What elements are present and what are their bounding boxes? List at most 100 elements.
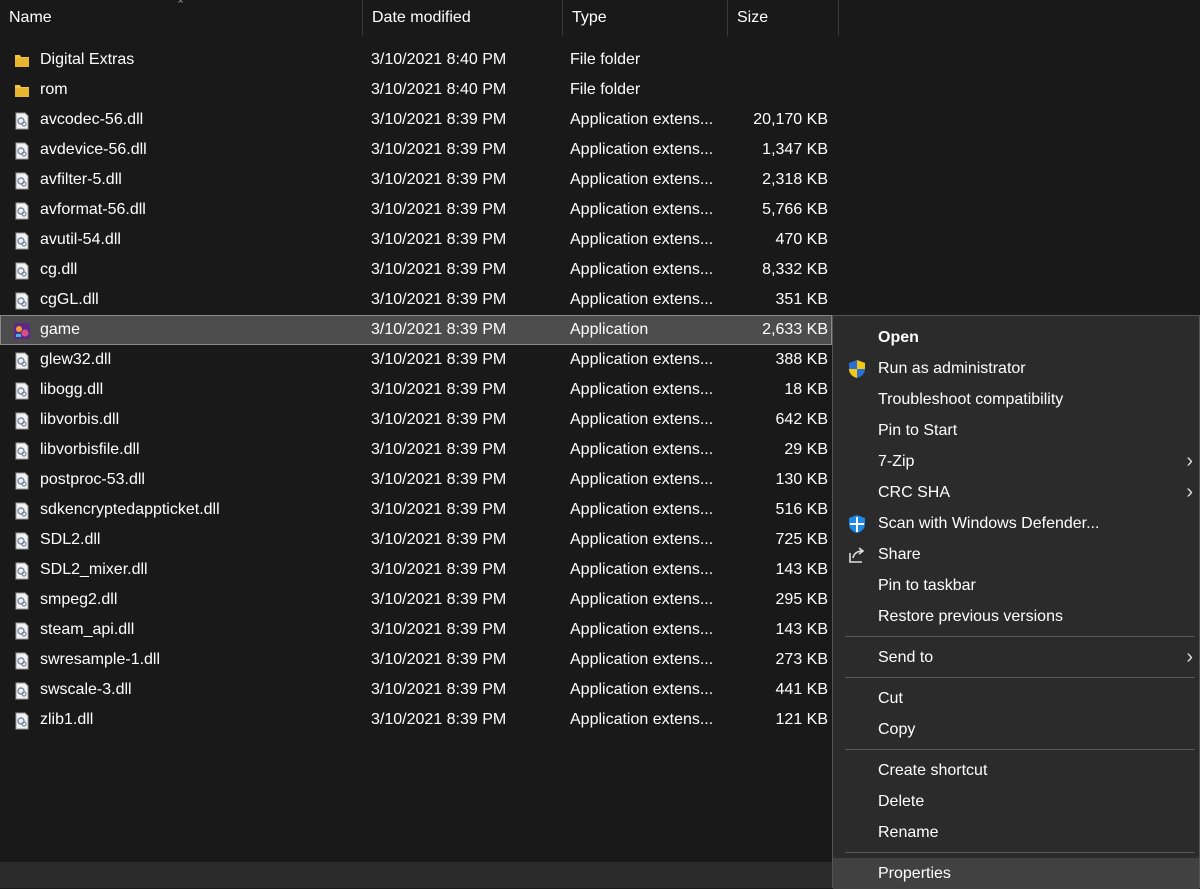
file-name: libvorbis.dll — [40, 411, 120, 428]
menu-item-delete[interactable]: Delete — [833, 786, 1199, 817]
file-row[interactable]: avformat-56.dll 3/10/2021 8:39 PM Applicat… — [0, 195, 1200, 225]
file-name: rom — [40, 81, 68, 98]
file-date-modified: 3/10/2021 8:39 PM — [371, 681, 507, 698]
file-type: Application extens... — [570, 501, 714, 518]
horizontal-scrollbar[interactable] — [0, 862, 832, 888]
file-type: Application extens... — [570, 141, 714, 158]
dll-file-icon — [13, 171, 31, 190]
file-date-modified: 3/10/2021 8:39 PM — [371, 141, 507, 158]
dll-file-icon — [13, 411, 31, 430]
menu-item-scan-with-defender[interactable]: Scan with Windows Defender... — [833, 508, 1199, 539]
menu-item-copy[interactable]: Copy — [833, 714, 1199, 745]
file-name: smpeg2.dll — [40, 591, 118, 608]
dll-file-icon — [13, 561, 31, 580]
file-name: SDL2.dll — [40, 531, 101, 548]
file-date-modified: 3/10/2021 8:39 PM — [371, 111, 507, 128]
menu-item-cut[interactable]: Cut — [833, 683, 1199, 714]
dll-file-icon — [13, 471, 31, 490]
file-type: File folder — [570, 81, 641, 98]
file-row[interactable]: rom 3/10/2021 8:40 PM File folder — [0, 75, 1200, 105]
menu-item-open[interactable]: Open — [833, 322, 1199, 353]
file-name: avdevice-56.dll — [40, 141, 147, 158]
file-date-modified: 3/10/2021 8:39 PM — [371, 531, 507, 548]
file-size: 8,332 KB — [762, 261, 828, 278]
file-name: avcodec-56.dll — [40, 111, 144, 128]
menu-item-send-to[interactable]: Send to › — [833, 642, 1199, 673]
dll-file-icon — [13, 501, 31, 520]
dll-file-icon — [13, 681, 31, 700]
submenu-arrow-icon: › — [1186, 481, 1193, 503]
file-type: Application extens... — [570, 291, 714, 308]
file-size: 143 KB — [775, 561, 828, 578]
file-type: Application extens... — [570, 111, 714, 128]
file-size: 20,170 KB — [753, 111, 828, 128]
file-size: 642 KB — [775, 411, 828, 428]
file-size — [720, 45, 828, 75]
file-name: swresample-1.dll — [40, 651, 161, 668]
dll-file-icon — [13, 591, 31, 610]
file-date-modified: 3/10/2021 8:39 PM — [371, 351, 507, 368]
dll-file-icon — [13, 261, 31, 280]
file-date-modified: 3/10/2021 8:40 PM — [371, 51, 507, 68]
file-size: 18 KB — [784, 381, 828, 398]
file-row[interactable]: game 3/10/2021 8:39 PM Application 2,633 KB — [0, 315, 832, 345]
file-date-modified: 3/10/2021 8:39 PM — [371, 501, 507, 518]
file-size: 470 KB — [775, 231, 828, 248]
file-row[interactable]: cgGL.dll 3/10/2021 8:39 PM Application ext… — [0, 285, 1200, 315]
file-row[interactable]: cg.dll 3/10/2021 8:39 PM Application exten… — [0, 255, 1200, 285]
menu-item-crc-sha[interactable]: CRC SHA › — [833, 477, 1199, 508]
dll-file-icon — [13, 651, 31, 670]
file-type: Application extens... — [570, 651, 714, 668]
file-size: 725 KB — [775, 531, 828, 548]
dll-file-icon — [13, 291, 31, 310]
file-row[interactable]: avdevice-56.dll 3/10/2021 8:39 PM Applicat… — [0, 135, 1200, 165]
file-size: 295 KB — [775, 591, 828, 608]
game-app-icon — [13, 321, 31, 339]
defender-shield-icon — [847, 514, 867, 534]
menu-item-rename[interactable]: Rename — [833, 817, 1199, 848]
file-size: 29 KB — [784, 441, 828, 458]
uac-shield-icon — [847, 359, 867, 379]
file-size: 388 KB — [775, 351, 828, 368]
file-date-modified: 3/10/2021 8:39 PM — [371, 291, 507, 308]
file-type: Application extens... — [570, 711, 714, 728]
file-row[interactable]: avfilter-5.dll 3/10/2021 8:39 PM Applicati… — [0, 165, 1200, 195]
file-name: libvorbisfile.dll — [40, 441, 140, 458]
file-name: sdkencryptedappticket.dll — [40, 501, 220, 518]
file-name: postproc-53.dll — [40, 471, 145, 488]
menu-separator — [845, 636, 1195, 637]
menu-item-create-shortcut[interactable]: Create shortcut — [833, 755, 1199, 786]
menu-item-properties[interactable]: Properties — [833, 858, 1199, 889]
submenu-arrow-icon: › — [1186, 646, 1193, 668]
menu-item-troubleshoot-compatibility[interactable]: Troubleshoot compatibility — [833, 384, 1199, 415]
file-row[interactable]: avcodec-56.dll 3/10/2021 8:39 PM Applicati… — [0, 105, 1200, 135]
file-size: 1,347 KB — [762, 141, 828, 158]
file-name: zlib1.dll — [40, 711, 94, 728]
menu-item-restore-previous-versions[interactable]: Restore previous versions — [833, 601, 1199, 632]
file-name: libogg.dll — [40, 381, 104, 398]
file-size: 273 KB — [775, 651, 828, 668]
column-type-header[interactable]: Type — [563, 0, 728, 36]
file-date-modified: 3/10/2021 8:39 PM — [371, 201, 507, 218]
file-type: Application extens... — [570, 681, 714, 698]
menu-item-pin-to-start[interactable]: Pin to Start — [833, 415, 1199, 446]
file-date-modified: 3/10/2021 8:40 PM — [371, 81, 507, 98]
menu-item-share[interactable]: Share — [833, 539, 1199, 570]
file-date-modified: 3/10/2021 8:39 PM — [371, 231, 507, 248]
file-name: avfilter-5.dll — [40, 171, 122, 188]
file-type: File folder — [570, 51, 641, 68]
menu-item-pin-to-taskbar[interactable]: Pin to taskbar — [833, 570, 1199, 601]
file-size: 516 KB — [775, 501, 828, 518]
file-name: steam_api.dll — [40, 621, 135, 638]
menu-item-run-as-administrator[interactable]: Run as administrator — [833, 353, 1199, 384]
column-size-header[interactable]: Size — [728, 0, 839, 36]
file-size: 143 KB — [775, 621, 828, 638]
dll-file-icon — [13, 201, 31, 220]
menu-item-7-zip[interactable]: 7-Zip › — [833, 446, 1199, 477]
column-header: Name ⌃ Date modified Type Size — [0, 0, 1200, 36]
file-date-modified: 3/10/2021 8:39 PM — [371, 591, 507, 608]
dll-file-icon — [13, 441, 31, 460]
column-date-header[interactable]: Date modified — [363, 0, 563, 36]
file-row[interactable]: Digital Extras 3/10/2021 8:40 PM File fold… — [0, 45, 1200, 75]
file-row[interactable]: avutil-54.dll 3/10/2021 8:39 PM Applicatio… — [0, 225, 1200, 255]
